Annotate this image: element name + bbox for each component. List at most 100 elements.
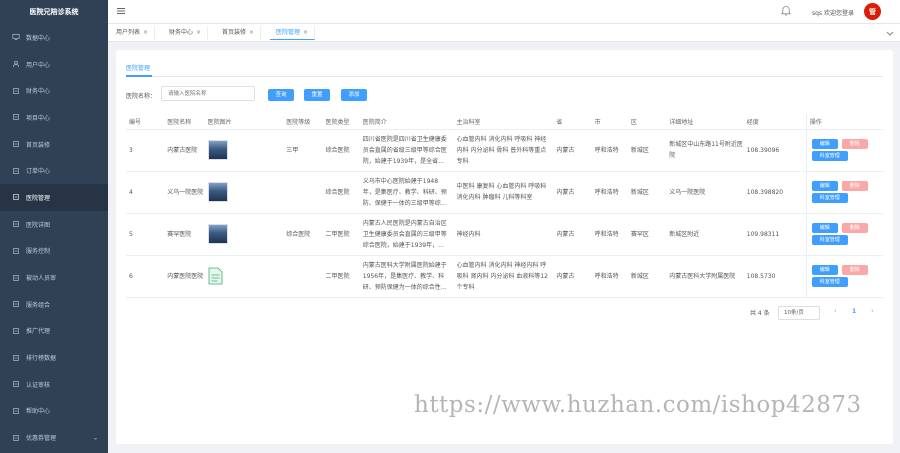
page-size-select[interactable]: 10条/页 (778, 306, 820, 320)
sidebar-item-9[interactable]: 被动人员审 (0, 264, 108, 291)
dept-manage-button[interactable]: 科室管理 (811, 235, 848, 245)
cell-type: 二甲医院 (322, 213, 360, 256)
dept-manage-button[interactable]: 科室管理 (811, 193, 848, 203)
sidebar-item-label: 医院管理 (26, 194, 51, 202)
tab-user-list[interactable]: 用户列表 × (110, 26, 156, 40)
cell-city: 呼和浩特 (591, 213, 628, 256)
bell-icon[interactable] (780, 5, 792, 17)
sidebar-item-label: 医院详图 (26, 221, 51, 229)
query-button[interactable]: 查询 (268, 89, 294, 101)
edit-button[interactable]: 编辑 (811, 265, 838, 275)
sidebar-item-label: 用户中心 (26, 61, 51, 69)
hospital-name-input[interactable] (161, 86, 255, 101)
cell-name: 内蒙医院医院 (164, 255, 205, 298)
table-row: 3 内蒙古医院 三甲 综合医院 四川省医院是四川省卫生健康委员会直属的省级三级甲等综合医… (126, 129, 883, 172)
hospital-table: 编号 医院名称 医院图片 医院等级 医院类型 医院简介 主治科室省市区详细地址 经度 操作 3内… (126, 114, 883, 298)
edit-button[interactable]: 编辑 (811, 139, 838, 149)
sidebar-item-label: 优惠券管理 (26, 435, 57, 443)
watermark: https://www.huzhan.com/ishop42873 (414, 392, 862, 418)
add-button[interactable]: 添加 (341, 89, 367, 101)
cell-lng: 108.5730 (743, 255, 807, 298)
sidebar-item-label: 订单中心 (26, 168, 51, 176)
sidebar-item-0[interactable]: 数据中心 (0, 24, 108, 51)
chevron-down-icon[interactable] (884, 27, 896, 39)
sidebar-item-6[interactable]: 医院管理 (0, 184, 108, 211)
sidebar-item-1[interactable]: 用户中心 (0, 51, 108, 78)
dept-text: 中医科 康复科 心血管内科 呼吸科 消化内科 肿瘤科 儿科等科室 (456, 183, 547, 201)
cell-image (204, 129, 284, 172)
sidebar-item-5[interactable]: 订单中心 (0, 157, 108, 184)
sidebar-item-11[interactable]: 推广代理 (0, 318, 108, 345)
cell-level: 综合医院 (283, 213, 323, 256)
column-header: 操作 (805, 114, 883, 130)
prev-page-icon[interactable]: ‹ (834, 307, 837, 315)
cell-city: 呼和浩特 (591, 255, 628, 298)
avatar[interactable]: 管 (864, 3, 881, 20)
sidebar-item-label: 排行榜数据 (26, 355, 57, 363)
cell-intro: 义乌市中心医院始建于1948年，是集医疗、教学、科研、预防、保健于一体的三级甲等… (359, 171, 454, 214)
tab-finance[interactable]: 财务中心 × (163, 26, 209, 40)
sidebar-item-12[interactable]: 排行榜数据 (0, 344, 108, 371)
edit-button[interactable]: 编辑 (811, 223, 838, 233)
cell-addr: 内蒙古医科大学附属医院 (666, 255, 744, 298)
cell-city: 呼和浩特 (591, 129, 628, 172)
tab-home-decor[interactable]: 首页装修 × (216, 26, 262, 40)
sidebar-item-4[interactable]: 首页装修 (0, 131, 108, 158)
delete-button[interactable]: 删除 (841, 265, 868, 275)
sidebar-item-3[interactable]: 项目中心 (0, 104, 108, 131)
hospital-icon (11, 193, 20, 202)
map-icon (11, 220, 20, 229)
close-icon[interactable]: × (249, 29, 254, 36)
intro-text: 四川省医院是四川省卫生健康委员会直属的省级三级甲等综合医院，始建于1939年，是… (362, 135, 447, 165)
cell-image (204, 255, 284, 298)
sidebar-item-label: 财务中心 (26, 88, 51, 96)
cell-actions: 编辑 删除科室管理 (805, 129, 883, 172)
reset-button[interactable]: 重置 (304, 89, 330, 101)
delete-button[interactable]: 删除 (841, 181, 868, 191)
tab-divider (126, 76, 883, 77)
sidebar-item-10[interactable]: 服务组合 (0, 291, 108, 318)
sidebar-item-label: 认证审核 (26, 381, 51, 389)
control-icon (11, 246, 20, 255)
table-row: 6 内蒙医院医院 二甲医院 内蒙古医科大学附属医院始建于1956年，是集医疗、教学、科… (126, 255, 883, 298)
next-page-icon[interactable]: › (871, 307, 874, 315)
delete-button[interactable]: 删除 (841, 139, 868, 149)
delete-button[interactable]: 删除 (841, 223, 868, 233)
sidebar-item-15[interactable]: 优惠券管理 ⌄ (0, 424, 108, 451)
tab-hospital-manage[interactable]: 医院管理 × (270, 26, 316, 40)
close-icon[interactable]: × (143, 29, 148, 36)
close-icon[interactable]: × (303, 29, 308, 36)
sidebar-item-label: 被动人员审 (26, 275, 57, 283)
cell-name: 义乌一院医院 (164, 171, 205, 214)
user-icon (11, 60, 20, 69)
column-header: 编号 (126, 114, 165, 130)
cell-dept: 心血管内科 消化内科 神经内科 呼吸科 肾内科 内分泌科 血液科等12个专科 (453, 255, 554, 298)
inner-tab-hospital[interactable]: 医院管理 (126, 63, 150, 72)
sidebar-item-13[interactable]: 认证审核 (0, 371, 108, 398)
column-header: 医院类型 (322, 114, 360, 130)
cell-actions: 编辑 删除科室管理 (805, 171, 883, 214)
tabs-bar: 用户列表 × 财务中心 × 首页装修 × 医院管理 × (108, 24, 900, 42)
tab-active-indicator (126, 75, 152, 77)
topbar: sqs 欢迎您登录 管 (108, 0, 900, 24)
hamburger-icon[interactable] (116, 6, 126, 16)
cell-lng: 109.98311 (743, 213, 807, 256)
sidebar-item-label: 推广代理 (26, 328, 51, 336)
current-page[interactable]: 1 (852, 308, 856, 315)
search-label: 医院名称： (126, 93, 157, 100)
close-icon[interactable]: × (196, 29, 201, 36)
sidebar-item-14[interactable]: 帮助中心 (0, 398, 108, 425)
sidebar-item-label: 项目中心 (26, 114, 51, 122)
sidebar-item-7[interactable]: 医院详图 (0, 211, 108, 238)
home-icon (11, 140, 20, 149)
welcome-text: sqs 欢迎您登录 (812, 10, 854, 17)
edit-button[interactable]: 编辑 (811, 181, 838, 191)
sidebar-item-2[interactable]: 财务中心 (0, 77, 108, 104)
cell-name: 赛罕医院 (164, 213, 205, 256)
cell-type: 二甲医院 (322, 255, 360, 298)
dept-manage-button[interactable]: 科室管理 (811, 277, 848, 287)
column-header: 医院名称 (164, 114, 205, 130)
sidebar-item-8[interactable]: 服务控制 (0, 238, 108, 265)
cell-lng: 108.398820 (743, 171, 807, 214)
dept-manage-button[interactable]: 科室管理 (811, 151, 848, 161)
